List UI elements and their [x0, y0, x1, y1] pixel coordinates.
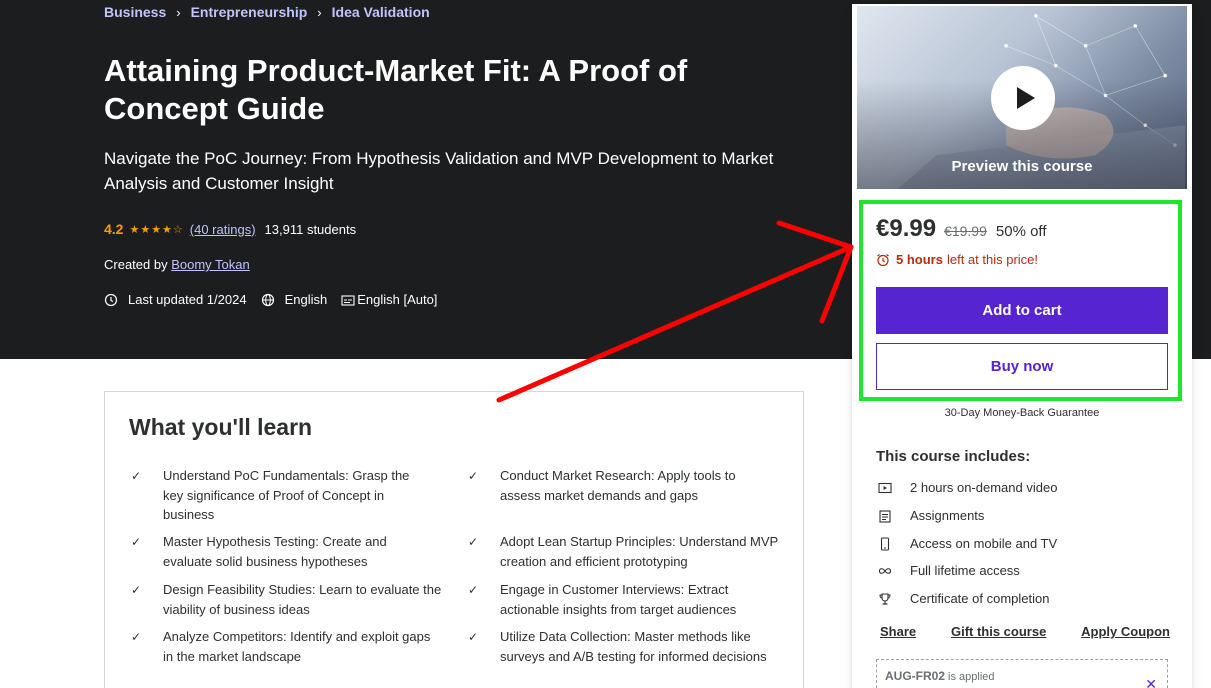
check-icon: ✓ — [468, 535, 479, 549]
list-item: ✓ Understand PoC Fundamentals: Grasp the… — [131, 466, 431, 525]
check-icon: ✓ — [131, 630, 142, 644]
course-meta: Last updated 1/2024 English English [Aut… — [104, 292, 437, 307]
trophy-icon — [879, 592, 891, 605]
breadcrumb-entrepreneurship[interactable]: Entrepreneurship — [191, 4, 308, 20]
course-subtitle: Navigate the PoC Journey: From Hypothesi… — [104, 149, 774, 193]
includes-title: This course includes: — [876, 448, 1031, 465]
video-icon — [878, 482, 892, 493]
last-updated: Last updated 1/2024 — [128, 292, 247, 307]
close-icon[interactable]: ✕ — [1145, 676, 1157, 688]
chevron-right-icon: › — [317, 4, 322, 20]
mobile-icon — [880, 536, 890, 551]
learn-item-text: Design Feasibility Studies: Learn to eva… — [163, 582, 442, 617]
list-item: Certificate of completion — [878, 591, 1049, 606]
assignment-icon — [879, 509, 891, 523]
breadcrumb: Business › Entrepreneurship › Idea Valid… — [104, 4, 430, 20]
check-icon: ✓ — [468, 583, 479, 597]
check-icon: ✓ — [131, 469, 142, 483]
chevron-right-icon: › — [176, 4, 181, 20]
created-by-label: Created by — [104, 257, 168, 272]
captions-icon — [341, 294, 355, 306]
play-icon[interactable] — [991, 66, 1055, 130]
course-language: English — [284, 292, 328, 307]
breadcrumb-business[interactable]: Business — [104, 4, 166, 20]
list-item: 2 hours on-demand video — [878, 480, 1057, 495]
list-item: ✓ Conduct Market Research: Apply tools t… — [468, 466, 768, 505]
include-label: Assignments — [910, 508, 985, 523]
learn-item-text: Analyze Competitors: Identify and exploi… — [163, 629, 431, 664]
sidebar-links: Share Gift this course Apply Coupon — [880, 624, 1170, 639]
list-item: Access on mobile and TV — [878, 536, 1057, 551]
list-item: ✓ Utilize Data Collection: Master method… — [468, 627, 778, 666]
include-label: 2 hours on-demand video — [910, 480, 1058, 495]
money-back-guarantee: 30-Day Money-Back Guarantee — [944, 407, 1100, 419]
learn-item-text: Master Hypothesis Testing: Create and ev… — [163, 534, 387, 569]
what-youll-learn: What you'll learn ✓ Understand PoC Funda… — [104, 391, 804, 688]
rating-row: 4.2 ★★★★☆ (40 ratings) 13,911 students — [104, 221, 356, 237]
share-link[interactable]: Share — [880, 624, 916, 639]
applied-coupon: AUG-FR02 is applied ✕ — [876, 659, 1168, 688]
list-item: ✓ Design Feasibility Studies: Learn to e… — [131, 580, 451, 619]
globe-icon — [261, 293, 274, 306]
course-preview[interactable]: Preview this course — [856, 5, 1188, 190]
course-title: Attaining Product-Market Fit: A Proof of… — [104, 53, 688, 126]
created-by: Created by Boomy Tokan — [104, 257, 250, 272]
learn-item-text: Conduct Market Research: Apply tools to … — [500, 468, 736, 503]
list-item: Assignments — [878, 508, 984, 523]
star-rating-icon: ★★★★☆ — [129, 223, 184, 236]
list-item: ✓ Analyze Competitors: Identify and expl… — [131, 627, 431, 666]
learn-title: What you'll learn — [129, 414, 313, 440]
coupon-applied-text: is applied — [948, 671, 995, 683]
check-icon: ✓ — [468, 469, 479, 483]
learn-item-text: Adopt Lean Startup Principles: Understan… — [500, 534, 778, 569]
course-captions: English [Auto] — [357, 292, 438, 307]
rating-value: 4.2 — [104, 221, 124, 237]
highlight-box — [859, 200, 1182, 401]
list-item: ✓ Engage in Customer Interviews: Extract… — [468, 580, 778, 619]
gift-course-link[interactable]: Gift this course — [951, 624, 1046, 639]
ratings-count-link[interactable]: (40 ratings) — [190, 222, 256, 237]
learn-item-text: Engage in Customer Interviews: Extract a… — [500, 582, 737, 617]
check-icon: ✓ — [131, 583, 142, 597]
author-link[interactable]: Boomy Tokan — [171, 257, 250, 272]
alert-clock-icon — [104, 293, 118, 306]
check-icon: ✓ — [131, 535, 142, 549]
learn-item-text: Understand PoC Fundamentals: Grasp the k… — [163, 468, 410, 522]
list-item: ✓ Adopt Lean Startup Principles: Underst… — [468, 532, 778, 571]
check-icon: ✓ — [468, 630, 479, 644]
learn-item-text: Utilize Data Collection: Master methods … — [500, 629, 767, 664]
coupon-code: AUG-FR02 is applied — [885, 669, 995, 683]
preview-label[interactable]: Preview this course — [857, 158, 1187, 175]
include-label: Full lifetime access — [910, 563, 1020, 578]
infinity-icon — [878, 567, 892, 574]
list-item: Full lifetime access — [878, 563, 1020, 578]
breadcrumb-idea-validation[interactable]: Idea Validation — [332, 4, 430, 20]
list-item: ✓ Master Hypothesis Testing: Create and … — [131, 532, 431, 571]
include-label: Certificate of completion — [910, 591, 1050, 606]
students-count: 13,911 students — [264, 221, 357, 237]
apply-coupon-link[interactable]: Apply Coupon — [1081, 624, 1170, 639]
include-label: Access on mobile and TV — [910, 536, 1058, 551]
coupon-code-text: AUG-FR02 — [885, 669, 946, 683]
